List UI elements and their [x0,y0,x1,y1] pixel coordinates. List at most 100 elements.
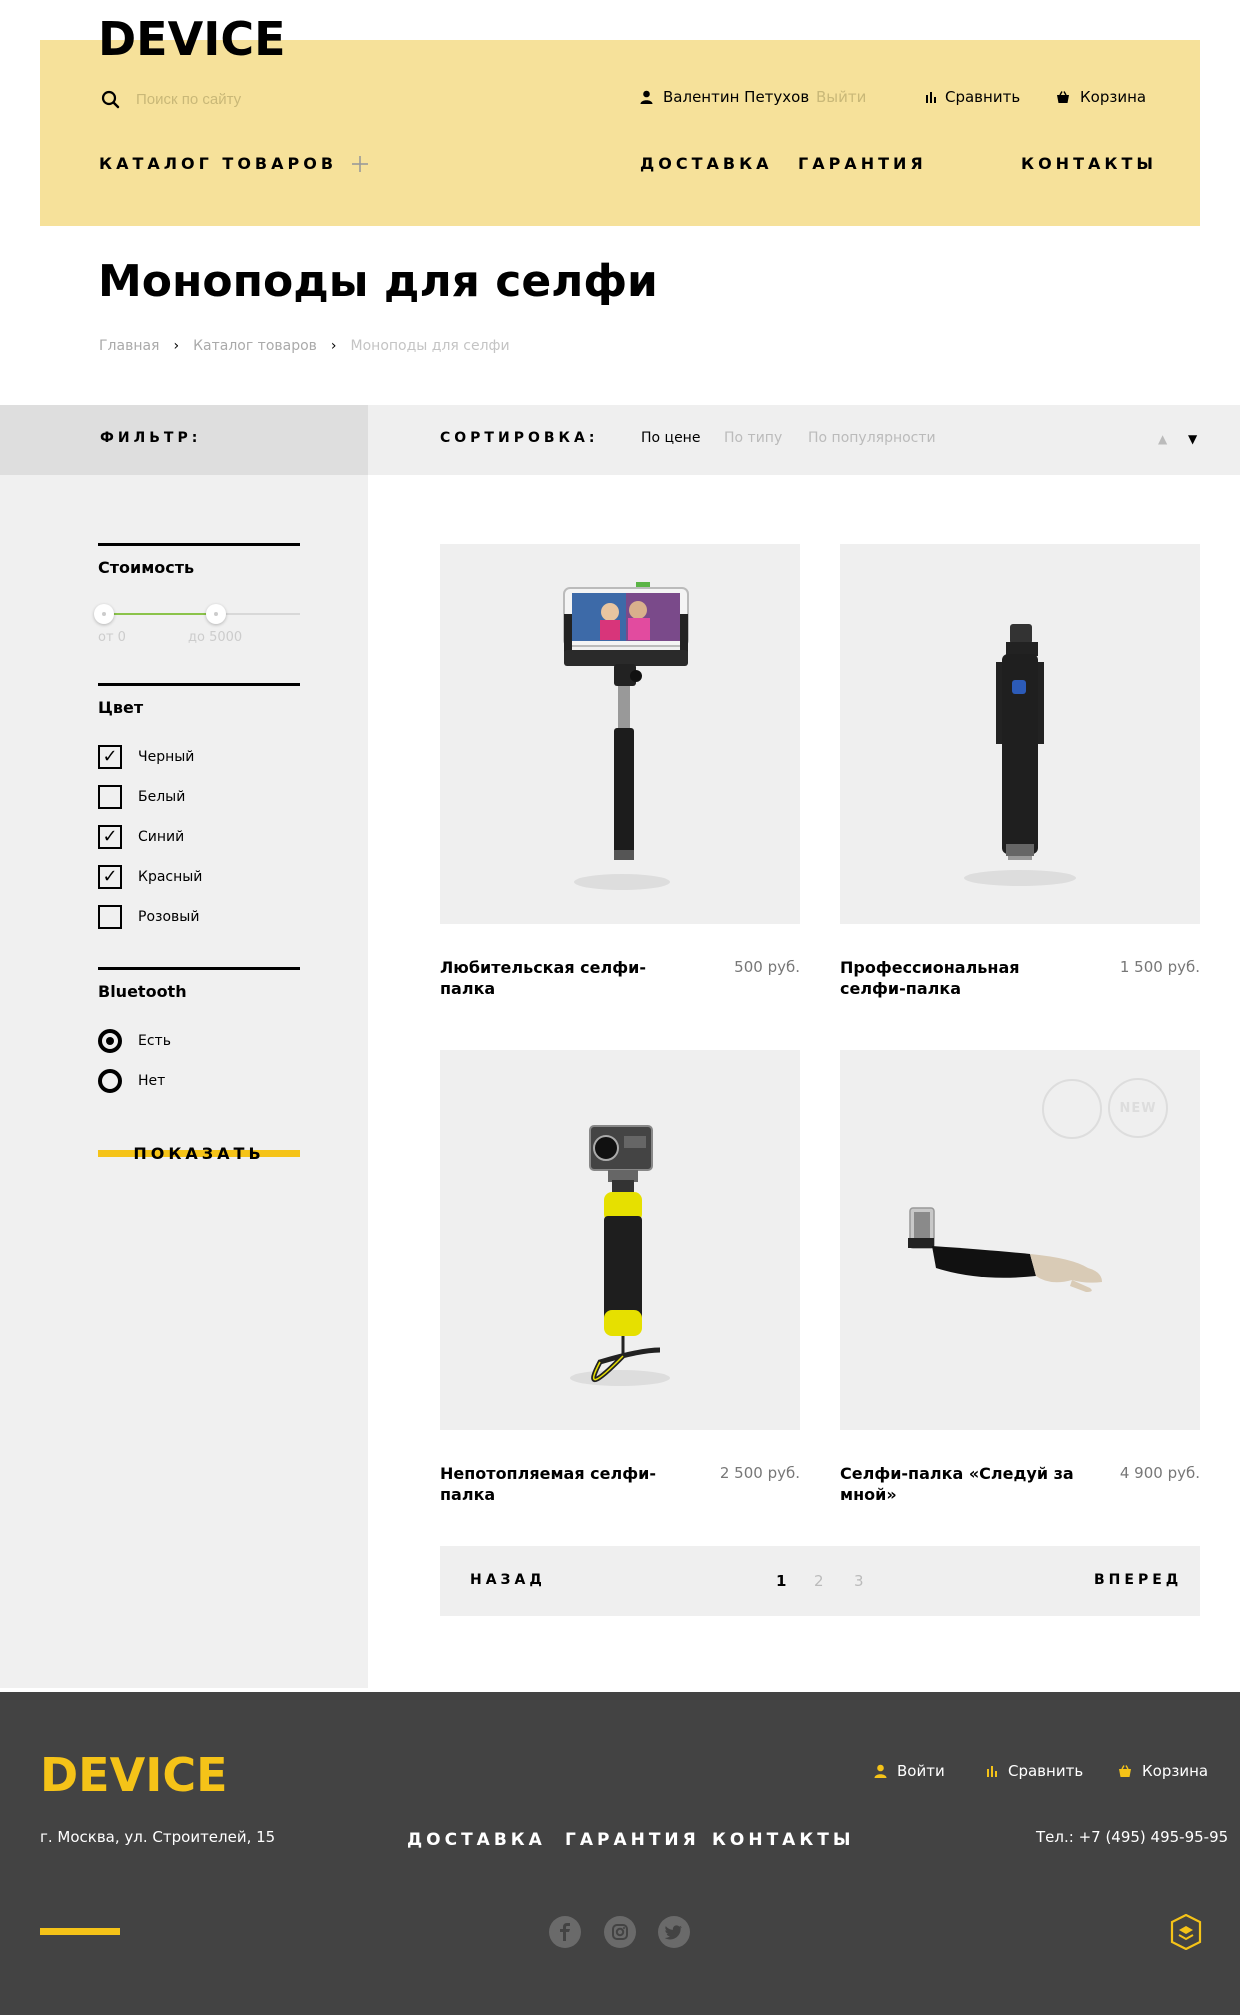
site-logo[interactable]: DEVICE [98,16,286,62]
product-price: 4 900 руб. [1119,1464,1200,1482]
product-image-amateur[interactable] [440,544,800,924]
color-option-red[interactable]: ✓ Красный [98,865,202,889]
twitter-icon[interactable] [658,1916,690,1948]
show-button-label: Показать [133,1143,265,1163]
color-label: Белый [138,789,186,805]
price-range-fill [104,613,216,615]
footer-phone: Тел.: +7 (495) 495-95-95 [1036,1828,1229,1846]
filter-heading: Фильтр: [100,430,202,446]
catalog-menu[interactable]: Каталог товаров [99,154,369,173]
product-name[interactable]: Селфи-палка «Следуй за мной» [840,1464,1090,1506]
search-icon[interactable] [101,90,121,110]
footer-nav-delivery[interactable]: Доставка [407,1830,546,1850]
product-image-professional[interactable] [840,544,1200,924]
filter-sidebar [0,475,368,1688]
instagram-icon[interactable] [604,1916,636,1948]
breadcrumb-catalog[interactable]: Каталог товаров [193,338,317,354]
product-price: 2 500 руб. [719,1464,800,1482]
sort-descending-icon[interactable]: ▼ [1188,432,1197,446]
user-icon [874,1764,887,1778]
bluetooth-label: Есть [138,1033,171,1049]
color-option-blue[interactable]: ✓ Синий [98,825,184,849]
color-option-white[interactable]: Белый [98,785,185,809]
product-image-floating[interactable] [440,1050,800,1430]
checkbox-checked[interactable]: ✓ [98,745,122,769]
sort-ascending-icon[interactable]: ▲ [1158,432,1167,446]
product-name[interactable]: Непотопляемая селфи-палка [440,1464,700,1506]
cart-link[interactable]: Корзина [1056,88,1146,106]
color-label: Розовый [138,909,200,925]
checkbox-unchecked[interactable] [98,785,122,809]
checkbox-unchecked[interactable] [98,905,122,929]
developer-badge-icon[interactable] [1170,1914,1202,1950]
sort-by-type[interactable]: По типу [724,430,782,446]
price-max-handle[interactable] [206,604,226,624]
color-label: Красный [138,869,203,885]
pagination-next[interactable]: Вперед [1094,1572,1182,1588]
user-name: Валентин Петухов [663,88,810,106]
bluetooth-option-yes[interactable]: Есть [98,1029,171,1053]
color-label: Черный [138,749,195,765]
price-min-handle[interactable] [94,604,114,624]
compare-icon [987,1766,997,1777]
footer-login-label: Войти [897,1762,945,1780]
checkbox-checked[interactable]: ✓ [98,825,122,849]
checkbox-checked[interactable]: ✓ [98,865,122,889]
new-badge: NEW [1108,1078,1168,1138]
facebook-icon[interactable] [549,1916,581,1948]
bluetooth-filter-title: Bluetooth [98,982,187,1001]
price-to-label: до 5000 [188,630,243,645]
page-1[interactable]: 1 [776,1572,786,1590]
page-2[interactable]: 2 [814,1572,824,1590]
footer-logo[interactable]: DEVICE [40,1752,228,1798]
chevron-right-icon: › [330,338,337,354]
sort-by-price[interactable]: По цене [641,430,700,446]
footer-address: г. Москва, ул. Строителей, 15 [40,1828,276,1846]
sort-by-popularity[interactable]: По популярности [808,430,936,446]
user-profile-link[interactable]: Валентин Петухов [640,88,809,106]
footer-cart-link[interactable]: Корзина [1118,1762,1208,1780]
footer-nav-warranty[interactable]: Гарантия [565,1830,700,1850]
product-price: 1 500 руб. [1119,958,1200,976]
price-from-label: от 0 [98,630,126,645]
page-3[interactable]: 3 [854,1572,864,1590]
color-option-pink[interactable]: Розовый [98,905,199,929]
radio-selected[interactable] [98,1029,122,1053]
footer [0,1692,1240,2015]
color-option-black[interactable]: ✓ Черный [98,745,194,769]
show-results-button[interactable]: Показать [98,1140,300,1166]
footer-compare-label: Сравнить [1008,1762,1084,1780]
search-input[interactable] [136,86,376,112]
pagination: Назад 1 2 3 Вперед [440,1546,1200,1616]
footer-login-link[interactable]: Войти [874,1762,945,1780]
breadcrumb-home[interactable]: Главная [99,338,159,354]
nav-contacts[interactable]: Контакты [1021,154,1157,173]
bluetooth-label: Нет [138,1073,166,1089]
divider [98,967,300,970]
price-filter-title: Стоимость [98,558,195,577]
compare-label: Сравнить [945,88,1021,106]
footer-accent-bar [40,1928,120,1935]
bluetooth-option-no[interactable]: Нет [98,1069,165,1093]
product-name[interactable]: Любительская селфи-палка [440,958,700,1000]
sort-heading: Сортировка: [440,430,599,446]
radio-unselected[interactable] [98,1069,122,1093]
nav-warranty[interactable]: Гарантия [798,154,927,173]
breadcrumb-current: Моноподы для селфи [350,338,510,354]
catalog-label: Каталог товаров [99,154,338,173]
breadcrumb: Главная › Каталог товаров › Моноподы для… [99,338,510,354]
nav-delivery[interactable]: Доставка [640,154,773,173]
footer-compare-link[interactable]: Сравнить [986,1762,1083,1780]
cart-icon [1057,90,1069,103]
color-label: Синий [138,829,185,845]
compare-icon [926,92,936,103]
product-price: 500 руб. [734,958,800,976]
page-title: Моноподы для селфи [98,256,658,307]
footer-nav-contacts[interactable]: Контакты [712,1830,854,1850]
compare-link[interactable]: Сравнить [925,88,1020,106]
color-filter-title: Цвет [98,698,144,717]
product-name[interactable]: Профессиональная селфи-палка [840,958,1080,1000]
pagination-prev[interactable]: Назад [470,1572,546,1588]
footer-cart-label: Корзина [1142,1762,1209,1780]
logout-link[interactable]: Выйти [816,88,866,106]
